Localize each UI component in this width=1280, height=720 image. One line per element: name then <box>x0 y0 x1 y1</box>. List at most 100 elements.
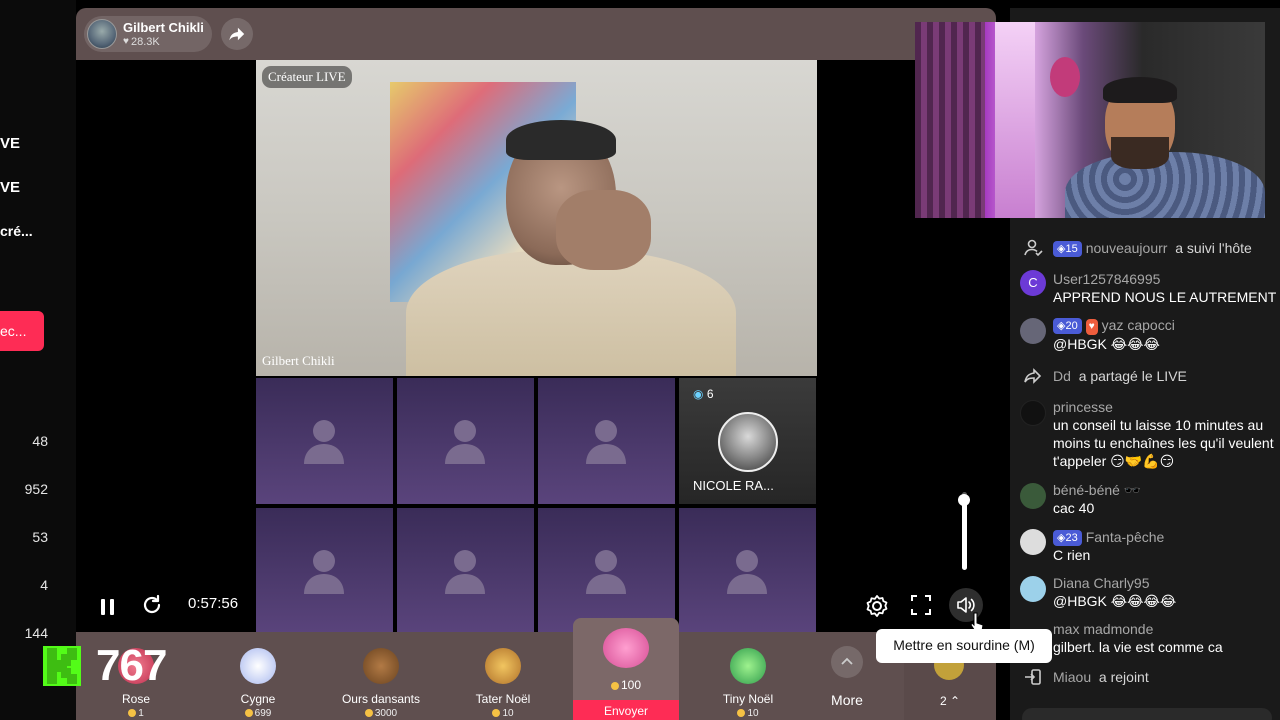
gift-name: Ours dansants <box>341 692 421 706</box>
sidebar-number: 4 <box>40 577 48 593</box>
send-gift-button[interactable]: Envoyer <box>573 700 679 720</box>
guest-slot[interactable] <box>538 378 675 504</box>
empty-guest-icon <box>445 420 485 464</box>
chat-message: User1257846995 APPREND NOUS LE AUTREMENT… <box>1053 270 1280 306</box>
chat-message: béné-béné 🕶️ cac 40 <box>1053 481 1280 517</box>
share-icon <box>229 27 245 41</box>
coin-icon <box>128 709 137 718</box>
chat-username[interactable]: Fanta-pêche <box>1086 529 1165 545</box>
chat-username[interactable]: User1257846995 <box>1053 270 1280 288</box>
avatar[interactable] <box>87 19 117 49</box>
swan-gift-icon <box>240 648 276 684</box>
coin-icon <box>737 709 746 718</box>
refresh-icon[interactable] <box>141 594 163 616</box>
host-name[interactable]: Gilbert Chikli <box>123 20 204 35</box>
creator-live-tag: Créateur LIVE <box>262 66 352 88</box>
fan-badge: ♥ <box>1085 319 1098 335</box>
sidebar-text[interactable]: VE <box>0 135 20 152</box>
avatar[interactable] <box>1020 529 1046 555</box>
person-image <box>506 120 616 160</box>
chevron-up-icon <box>831 646 863 678</box>
chat-text: @HBGK 😂😂😂😂 <box>1053 593 1177 609</box>
avatar[interactable] <box>1020 576 1046 602</box>
gift-price: 1 <box>81 708 191 719</box>
coin-icon <box>244 709 253 718</box>
guest-slot[interactable] <box>256 378 393 504</box>
guest-slot[interactable] <box>397 378 534 504</box>
sidebar-number: 144 <box>24 625 48 641</box>
volume-handle[interactable] <box>958 494 970 506</box>
main-video-feed[interactable]: Créateur LIVE Gilbert Chikli <box>256 60 817 376</box>
more-label: More <box>831 692 863 708</box>
empty-guest-icon <box>304 420 344 464</box>
avatar[interactable] <box>1020 483 1046 509</box>
player-controls: 0:57:56 <box>76 584 996 632</box>
share-button[interactable] <box>221 18 253 50</box>
chat-input[interactable] <box>1022 708 1272 720</box>
level-badge: ◈23 <box>1053 530 1082 546</box>
fullscreen-icon[interactable] <box>910 594 932 616</box>
counter-value: 767 <box>96 641 167 690</box>
tater-noel-gift-icon <box>485 648 521 684</box>
chat-username[interactable]: béné-béné 🕶️ <box>1053 481 1280 499</box>
chat-message: ◈20 ♥ yaz capocci @HBGK 😂😂😂 <box>1053 316 1280 353</box>
avatar <box>718 412 778 472</box>
chat-username[interactable]: Miaou <box>1053 669 1091 685</box>
gift-price: 10 <box>693 708 803 719</box>
chat-text: un conseil tu laisse 10 minutes au moins… <box>1053 417 1274 469</box>
empty-guest-icon <box>586 420 626 464</box>
settings-icon[interactable] <box>865 594 889 618</box>
sidebar-number: 53 <box>32 529 48 545</box>
mute-tooltip: Mettre en sourdine (M) <box>876 629 1052 663</box>
gift-name: Tater Noël <box>475 692 531 706</box>
person-image <box>406 250 736 376</box>
video-host-name: Gilbert Chikli <box>262 353 335 368</box>
share-icon <box>1024 368 1042 384</box>
chat-username[interactable]: Dd <box>1053 368 1071 384</box>
tiny-noel-gift-icon <box>730 648 766 684</box>
more-gifts-button[interactable]: More <box>821 632 873 720</box>
level-badge: ◈20 <box>1053 318 1082 334</box>
gift-item[interactable]: Cygne 699 <box>203 632 313 720</box>
volume-slider[interactable] <box>955 486 975 572</box>
sidebar-button[interactable]: ec... <box>0 311 44 351</box>
avatar[interactable] <box>1020 318 1046 344</box>
gift-item[interactable]: Tater Noël 10 <box>448 632 558 720</box>
gift-item[interactable]: Ours dansants 3000 <box>326 632 436 720</box>
heart-icon: ♥ <box>123 36 129 47</box>
sidebar-text[interactable]: VE <box>0 179 20 196</box>
avatar[interactable] <box>1020 400 1046 426</box>
chat-message: princesse un conseil tu laisse 10 minute… <box>1053 398 1279 470</box>
gift-price: 3000 <box>326 708 436 719</box>
join-icon <box>1025 669 1041 685</box>
webcam-image <box>995 22 1035 218</box>
webcam-image <box>1050 57 1080 97</box>
gift-bar: Rose 1 Cygne 699 Ours dansants 3000 Tate… <box>76 618 996 720</box>
host-likes: 28.3K <box>131 36 160 48</box>
gift-count: 2 ⌃ <box>939 694 961 708</box>
chat-system-message: Dd a partagé le LIVE <box>1053 368 1187 384</box>
chat-username[interactable]: max madmonde <box>1053 620 1280 638</box>
gift-item[interactable]: Tiny Noël 10 <box>693 632 803 720</box>
chat-username[interactable]: yaz capocci <box>1102 317 1175 333</box>
host-info[interactable]: Gilbert Chikli ♥ 28.3K <box>84 16 212 52</box>
chat-message: Diana Charly95 @HBGK 😂😂😂😂 <box>1053 574 1280 610</box>
guest-slot[interactable]: ◉ 6 NICOLE RA... <box>679 378 816 504</box>
chat-system-message: ◈15 nouveaujourr a suivi l'hôte <box>1053 239 1280 257</box>
webcam-image <box>915 22 985 218</box>
avatar[interactable]: C <box>1020 270 1046 296</box>
webcam-image <box>1111 137 1169 169</box>
featured-gift[interactable]: 100 Envoyer <box>573 618 679 720</box>
chat-text: C rien <box>1053 547 1091 563</box>
chat-text: APPREND NOUS LE AUTREMENT 😂 <box>1053 289 1280 305</box>
webcam-image <box>1103 77 1177 103</box>
sidebar-text[interactable]: cré... <box>0 223 33 239</box>
chat-username[interactable]: Diana Charly95 <box>1053 574 1280 592</box>
chat-text: cac 40 <box>1053 500 1095 516</box>
pause-icon[interactable] <box>98 596 118 618</box>
chat-text: gilbert. la vie est comme ca <box>1053 639 1223 655</box>
diamond-icon: ◉ <box>693 387 704 401</box>
player-top-bar: Gilbert Chikli ♥ 28.3K <box>76 8 996 60</box>
chat-username[interactable]: princesse <box>1053 398 1279 416</box>
chat-username[interactable]: nouveaujourr <box>1086 240 1168 256</box>
